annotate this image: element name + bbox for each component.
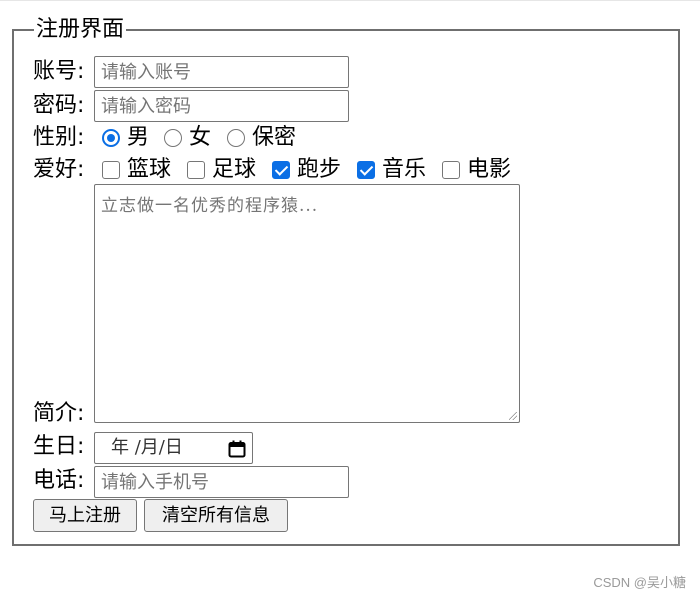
hobby-option-running[interactable]: 跑步 [272, 157, 341, 183]
gender-female-text: 女 [189, 125, 212, 150]
password-input[interactable] [94, 90, 349, 122]
gender-label: 性别: [33, 125, 85, 150]
hobby-option-movie[interactable]: 电影 [442, 157, 511, 183]
gender-radio-female[interactable] [164, 129, 182, 147]
intro-textarea[interactable]: 立志做一名优秀的程序猿... [94, 184, 520, 423]
hobby-checkbox-running[interactable] [272, 161, 290, 179]
hobby-option-football[interactable]: 足球 [187, 157, 256, 183]
account-label: 账号: [33, 59, 85, 84]
gender-option-female[interactable]: 女 [164, 125, 211, 151]
gender-male-text: 男 [127, 125, 150, 150]
gender-option-secret[interactable]: 保密 [227, 125, 296, 151]
hobby-option-basketball[interactable]: 篮球 [102, 157, 171, 183]
account-input[interactable] [94, 56, 349, 88]
phone-label: 电话: [33, 468, 85, 493]
hobby-running-text: 跑步 [297, 157, 342, 182]
calendar-icon[interactable] [228, 440, 246, 458]
intro-label: 简介: [33, 401, 85, 426]
gender-radio-secret[interactable] [227, 129, 245, 147]
hobby-option-music[interactable]: 音乐 [357, 157, 426, 183]
hobby-label: 爱好: [33, 157, 85, 182]
form-legend: 注册界面 [36, 17, 125, 42]
hobby-basketball-text: 篮球 [127, 157, 172, 182]
hobby-checkbox-football[interactable] [187, 161, 205, 179]
hobby-movie-text: 电影 [467, 157, 512, 182]
clear-all-button[interactable]: 清空所有信息 [144, 499, 288, 532]
date-format-text[interactable]: 年 /月/日 [111, 436, 183, 460]
hobby-checkbox-music[interactable] [357, 161, 375, 179]
gender-secret-text: 保密 [252, 125, 297, 150]
password-label: 密码: [33, 93, 85, 118]
phone-input[interactable] [94, 466, 349, 498]
hobby-checkbox-basketball[interactable] [102, 161, 120, 179]
csdn-watermark: CSDN @吴小糖 [593, 575, 686, 590]
birthday-date-input[interactable]: 年 /月/日 [94, 432, 253, 464]
intro-placeholder: 立志做一名优秀的程序猿... [101, 196, 319, 216]
resize-grip-icon[interactable] [509, 412, 517, 420]
hobby-music-text: 音乐 [382, 157, 427, 182]
gender-option-male[interactable]: 男 [102, 125, 149, 151]
birthday-label: 生日: [33, 434, 85, 459]
register-button[interactable]: 马上注册 [33, 499, 137, 532]
hobby-football-text: 足球 [212, 157, 257, 182]
top-divider [0, 0, 700, 1]
hobby-checkbox-movie[interactable] [442, 161, 460, 179]
gender-radio-male[interactable] [102, 129, 120, 147]
